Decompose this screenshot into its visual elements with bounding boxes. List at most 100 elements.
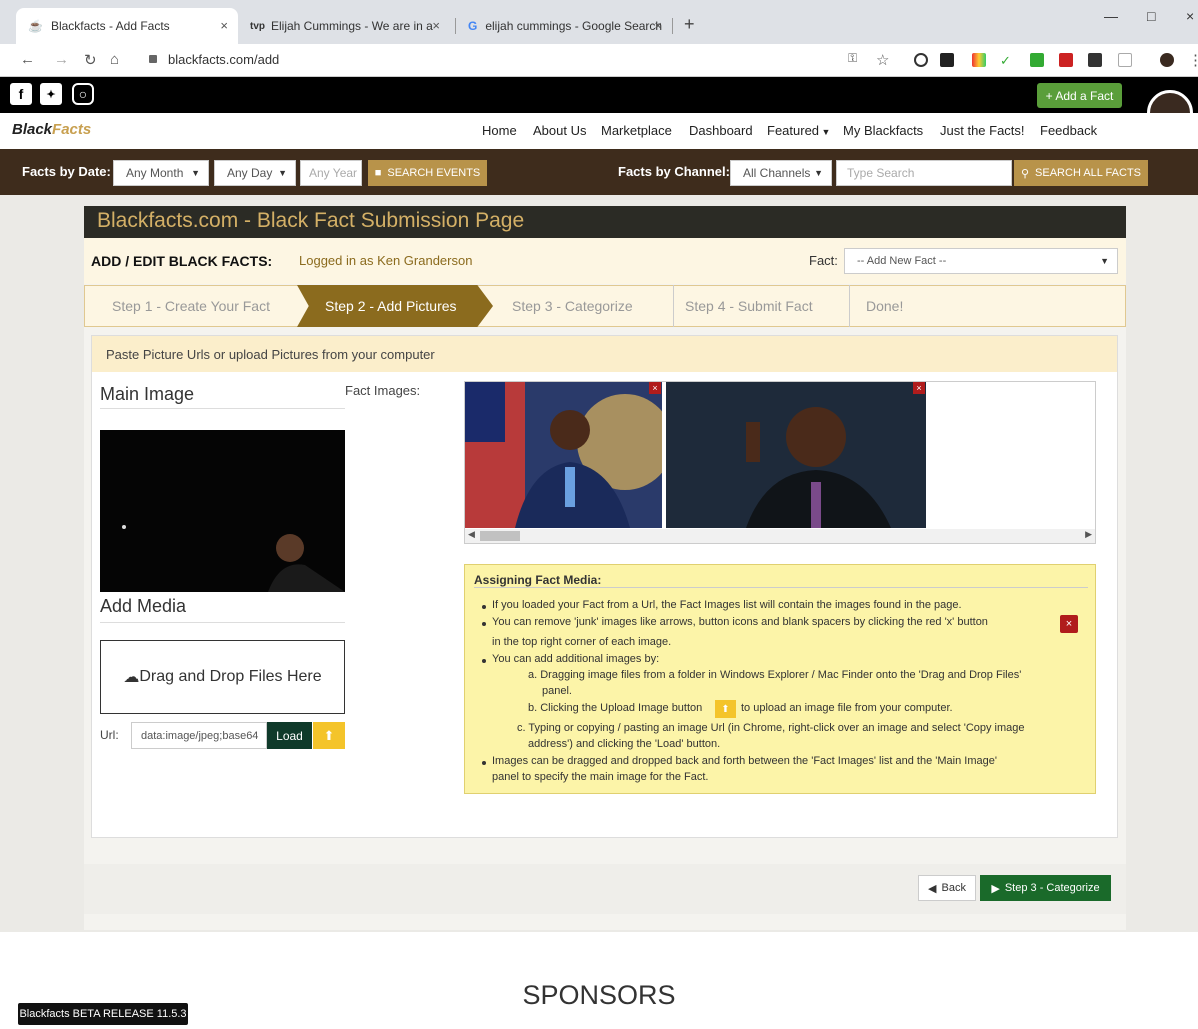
step-2[interactable]: Step 2 - Add Pictures bbox=[325, 298, 457, 314]
nav-marketplace[interactable]: Marketplace bbox=[601, 123, 672, 138]
fact-image-photo bbox=[666, 382, 926, 528]
profile-icon[interactable] bbox=[1160, 53, 1174, 67]
minimize-icon[interactable]: — bbox=[1104, 8, 1118, 24]
help-line: Images can be dragged and dropped back a… bbox=[492, 755, 997, 767]
extension-icon[interactable] bbox=[1118, 53, 1132, 67]
divider bbox=[474, 587, 1088, 588]
help-line: If you loaded your Fact from a Url, the … bbox=[492, 599, 962, 611]
tab-google[interactable]: G elijah cummings - Google Search × bbox=[456, 8, 672, 44]
main-image-photo bbox=[100, 430, 345, 592]
extension-icon[interactable]: ✓ bbox=[1000, 53, 1014, 68]
bullet bbox=[482, 605, 486, 609]
favicon-icon: ☕ bbox=[28, 19, 43, 33]
red-x-icon: × bbox=[1060, 615, 1078, 633]
facts-by-date-label: Facts by Date: bbox=[22, 164, 111, 179]
divider bbox=[100, 408, 345, 409]
load-button[interactable]: Load bbox=[267, 722, 312, 749]
reload-icon[interactable]: ↻ bbox=[84, 51, 97, 69]
back-button[interactable]: ◀ Back bbox=[918, 875, 976, 901]
facebook-icon[interactable]: f bbox=[10, 83, 32, 105]
bullet bbox=[482, 622, 486, 626]
twitter-icon[interactable]: ✦ bbox=[40, 83, 62, 105]
url-label: Url: bbox=[100, 728, 119, 742]
step-4[interactable]: Step 4 - Submit Fact bbox=[685, 298, 813, 314]
help-line: You can remove 'junk' images like arrows… bbox=[492, 616, 988, 628]
extension-icon[interactable] bbox=[1030, 53, 1044, 67]
close-tab-icon[interactable]: × bbox=[654, 18, 662, 33]
menu-dots-icon[interactable]: ⋮ bbox=[1188, 51, 1198, 69]
close-tab-icon[interactable]: × bbox=[432, 18, 440, 33]
bullet bbox=[482, 761, 486, 765]
forward-arrow-icon[interactable]: → bbox=[54, 51, 69, 68]
extension-icon[interactable] bbox=[1088, 53, 1102, 67]
star-icon[interactable]: ☆ bbox=[876, 51, 889, 69]
step-divider bbox=[660, 285, 674, 327]
home-icon[interactable]: ⌂ bbox=[110, 51, 119, 68]
search-input[interactable]: Type Search bbox=[836, 160, 1012, 186]
search-all-facts-button[interactable]: ⚲ SEARCH ALL FACTS bbox=[1014, 160, 1148, 186]
nav-about-us[interactable]: About Us bbox=[533, 123, 586, 138]
favicon-icon: tvp bbox=[250, 20, 265, 32]
fact-image-1[interactable] bbox=[465, 382, 673, 528]
nav-featured[interactable]: Featured ▼ bbox=[767, 123, 830, 138]
lock-icon bbox=[149, 55, 157, 63]
search-events-button[interactable]: ■ SEARCH EVENTS bbox=[368, 160, 487, 186]
back-arrow-icon[interactable]: ← bbox=[20, 51, 35, 68]
scroll-left-icon[interactable]: ◀ bbox=[468, 529, 475, 540]
address-bar: ← → ↻ ⌂ blackfacts.com/add ⚿ ☆ ✓ ⋮ bbox=[0, 44, 1198, 77]
help-line: b. Clicking the Upload Image button bbox=[528, 702, 703, 714]
help-title: Assigning Fact Media: bbox=[474, 573, 602, 587]
nav-feedback[interactable]: Feedback bbox=[1040, 123, 1097, 138]
day-select[interactable]: Any Day ▼ bbox=[214, 160, 296, 186]
remove-image-2-icon[interactable]: × bbox=[913, 382, 925, 394]
close-window-icon[interactable]: × bbox=[1186, 8, 1194, 24]
help-line: c. Typing or copying / pasting an image … bbox=[517, 722, 1025, 734]
scrollbar-thumb[interactable] bbox=[480, 531, 520, 541]
remove-image-1-icon[interactable]: × bbox=[649, 382, 661, 394]
step-3-categorize-button[interactable]: ▶ Step 3 - Categorize bbox=[980, 875, 1111, 901]
cloud-upload-icon: ☁ bbox=[123, 669, 140, 686]
new-tab-icon[interactable]: + bbox=[684, 14, 695, 35]
channel-select[interactable]: All Channels ▼ bbox=[730, 160, 832, 186]
extension-icon[interactable] bbox=[914, 53, 928, 67]
logo[interactable]: BlackFacts bbox=[12, 121, 91, 138]
extension-icon[interactable] bbox=[940, 53, 954, 67]
step-1[interactable]: Step 1 - Create Your Fact bbox=[112, 298, 270, 314]
nav-just-the-facts[interactable]: Just the Facts! bbox=[940, 123, 1025, 138]
scroll-right-icon[interactable]: ▶ bbox=[1085, 529, 1092, 540]
main-image[interactable] bbox=[100, 430, 345, 592]
month-select[interactable]: Any Month ▼ bbox=[113, 160, 209, 186]
horizontal-scrollbar[interactable]: ◀ ▶ bbox=[465, 529, 1095, 543]
instagram-icon[interactable]: ○ bbox=[72, 83, 94, 105]
extension-icon[interactable] bbox=[1059, 53, 1073, 67]
tab-blackfacts[interactable]: ☕ Blackfacts - Add Facts × bbox=[16, 8, 238, 44]
step-3[interactable]: Step 3 - Categorize bbox=[512, 298, 633, 314]
nav-home[interactable]: Home bbox=[482, 123, 517, 138]
help-line: panel. bbox=[542, 685, 572, 697]
step-done[interactable]: Done! bbox=[866, 298, 903, 314]
extension-icon[interactable] bbox=[972, 53, 986, 67]
fact-select[interactable]: -- Add New Fact -- ▼ bbox=[844, 248, 1118, 274]
key-icon[interactable]: ⚿ bbox=[848, 51, 857, 66]
nav-dashboard[interactable]: Dashboard bbox=[689, 123, 753, 138]
add-fact-button[interactable]: + Add a Fact bbox=[1037, 83, 1122, 108]
maximize-icon[interactable]: □ bbox=[1147, 8, 1155, 24]
browser-tab-bar: ☕ Blackfacts - Add Facts × tvp Elijah Cu… bbox=[0, 0, 1198, 44]
google-icon: G bbox=[468, 19, 478, 33]
image-url-input[interactable]: data:image/jpeg;base64 bbox=[131, 722, 267, 749]
tab-label: Blackfacts - Add Facts bbox=[50, 19, 170, 33]
main-image-title: Main Image bbox=[100, 384, 195, 404]
tab-elijah[interactable]: tvp Elijah Cummings - We are in a fig × bbox=[238, 8, 450, 44]
upload-image-button[interactable]: ⬆ bbox=[313, 722, 345, 749]
fact-image-photo bbox=[465, 382, 673, 528]
calendar-icon: ■ bbox=[374, 167, 382, 179]
upload-icon: ⬆ bbox=[715, 700, 736, 718]
drag-drop-zone[interactable]: ☁ Drag and Drop Files Here bbox=[100, 640, 345, 714]
fact-image-2[interactable] bbox=[666, 382, 926, 528]
year-input[interactable]: Any Year bbox=[300, 160, 362, 186]
paste-hint: Paste Picture Urls or upload Pictures fr… bbox=[92, 336, 1117, 372]
url-field[interactable]: blackfacts.com/add bbox=[168, 52, 279, 67]
logged-in-text: Logged in as Ken Granderson bbox=[299, 253, 473, 268]
close-tab-icon[interactable]: × bbox=[220, 18, 228, 33]
nav-my-blackfacts[interactable]: My Blackfacts bbox=[843, 123, 923, 138]
